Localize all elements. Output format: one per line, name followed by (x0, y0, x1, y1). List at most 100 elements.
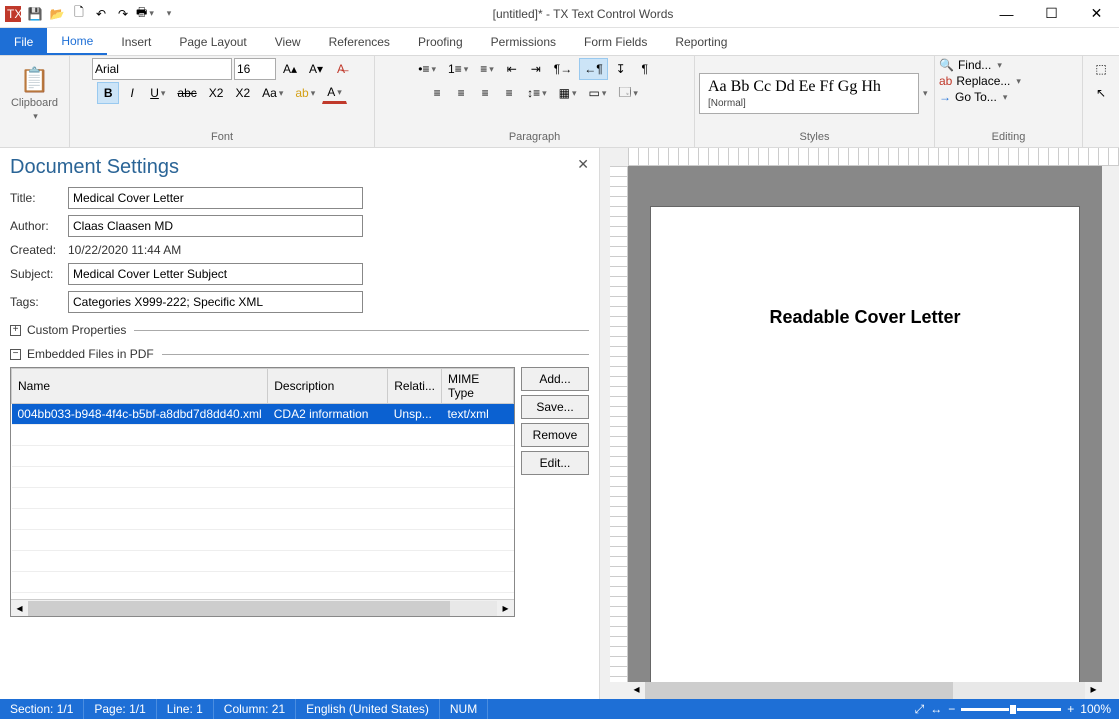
table-row[interactable]: 004bb033-b948-4f4c-b5bf-a8dbd7d8dd40.xml… (12, 404, 514, 425)
input-tags[interactable] (68, 291, 363, 313)
status-language[interactable]: English (United States) (296, 699, 440, 719)
zoom-width-icon[interactable]: ↔ (930, 702, 942, 716)
increase-indent-button[interactable]: ⇥ (525, 58, 547, 80)
shading-button[interactable]: ▦▾ (554, 82, 582, 104)
table-row[interactable] (12, 425, 514, 446)
grid-horizontal-scrollbar[interactable]: ◂ ▸ (11, 599, 514, 616)
align-left-button[interactable]: ≡ (426, 82, 448, 104)
remove-button[interactable]: Remove (521, 423, 589, 447)
new-icon[interactable]: 🗋 (70, 5, 88, 23)
select-icon[interactable]: ⬚ (1090, 58, 1112, 80)
print-icon[interactable]: 🖶▾ (136, 5, 154, 23)
tab-permissions[interactable]: Permissions (477, 28, 570, 55)
align-right-button[interactable]: ≡ (474, 82, 496, 104)
horizontal-ruler[interactable] (628, 148, 1119, 166)
panel-close-button[interactable]: ✕ (577, 156, 589, 173)
replace-button[interactable]: abReplace...▾ (939, 74, 1021, 88)
edit-button[interactable]: Edit... (521, 451, 589, 475)
close-button[interactable]: ✕ (1074, 0, 1119, 28)
line-spacing-button[interactable]: ↕≡▾ (522, 82, 552, 104)
shrink-font-icon[interactable]: A▾ (304, 58, 328, 80)
col-mime[interactable]: MIME Type (441, 369, 513, 404)
change-case-button[interactable]: Aa▾ (257, 82, 288, 104)
italic-button[interactable]: I (121, 82, 143, 104)
tab-form-fields[interactable]: Form Fields (570, 28, 661, 55)
table-row[interactable] (12, 572, 514, 593)
grow-font-icon[interactable]: A▴ (278, 58, 302, 80)
col-description[interactable]: Description (268, 369, 388, 404)
redo-icon[interactable]: ↷ (114, 5, 132, 23)
save-icon[interactable]: 💾 (26, 5, 44, 23)
decrease-indent-button[interactable]: ⇤ (501, 58, 523, 80)
save-button[interactable]: Save... (521, 395, 589, 419)
sort-button[interactable]: ↧ (610, 58, 632, 80)
find-button[interactable]: 🔍Find...▾ (939, 58, 1002, 72)
add-button[interactable]: Add... (521, 367, 589, 391)
justify-button[interactable]: ≡ (498, 82, 520, 104)
superscript-button[interactable]: X2 (230, 82, 255, 104)
scroll-right-icon[interactable]: ▸ (1085, 682, 1102, 699)
highlight-button[interactable]: ab▾ (290, 82, 320, 104)
vertical-scrollbar[interactable] (1102, 166, 1119, 682)
strike-button[interactable]: abc (172, 82, 201, 104)
open-icon[interactable]: 📂 (48, 5, 66, 23)
status-column[interactable]: Column: 21 (214, 699, 296, 719)
maximize-button[interactable]: ☐ (1029, 0, 1074, 28)
tab-home[interactable]: Home (47, 28, 107, 55)
document-page[interactable]: Readable Cover Letter (650, 206, 1080, 682)
col-name[interactable]: Name (12, 369, 268, 404)
subscript-button[interactable]: X2 (204, 82, 229, 104)
table-row[interactable] (12, 509, 514, 530)
tab-insert[interactable]: Insert (107, 28, 165, 55)
font-size-combo[interactable] (234, 58, 276, 80)
structured-list-button[interactable]: ≡▾ (475, 58, 499, 80)
rtl-button[interactable]: ←¶ (579, 58, 607, 80)
input-subject[interactable] (68, 263, 363, 285)
table-row[interactable] (12, 467, 514, 488)
minimize-button[interactable]: — (984, 0, 1029, 28)
pilcrow-button[interactable]: ¶ (634, 58, 656, 80)
zoom-out-button[interactable]: − (948, 702, 955, 716)
undo-icon[interactable]: ↶ (92, 5, 110, 23)
cursor-icon[interactable]: ↖ (1090, 82, 1112, 104)
qat-more-icon[interactable]: ▾ (160, 5, 178, 23)
bullet-list-button[interactable]: •≡▾ (413, 58, 441, 80)
zoom-level[interactable]: 100% (1080, 702, 1111, 716)
section-custom-properties[interactable]: + Custom Properties (10, 323, 589, 337)
clipboard-more-icon[interactable]: ▾ (33, 111, 38, 122)
scroll-right-icon[interactable]: ▸ (497, 601, 514, 615)
zoom-in-button[interactable]: + (1067, 702, 1074, 716)
embedded-files-grid[interactable]: Name Description Relati... MIME Type 004… (10, 367, 515, 617)
col-relationship[interactable]: Relati... (388, 369, 442, 404)
bold-button[interactable]: B (97, 82, 119, 104)
font-color-button[interactable]: A▾ (322, 82, 347, 104)
scroll-left-icon[interactable]: ◂ (628, 682, 645, 699)
font-name-combo[interactable] (92, 58, 232, 80)
status-section[interactable]: Section: 1/1 (0, 699, 84, 719)
status-num[interactable]: NUM (440, 699, 488, 719)
borders-button[interactable]: ▭▾ (584, 82, 612, 104)
input-author[interactable] (68, 215, 363, 237)
zoom-slider[interactable] (961, 708, 1061, 711)
table-row[interactable] (12, 551, 514, 572)
goto-button[interactable]: →Go To...▾ (939, 90, 1007, 104)
vertical-ruler[interactable] (610, 166, 628, 682)
tab-page-layout[interactable]: Page Layout (165, 28, 260, 55)
styles-more-icon[interactable]: ▾ (923, 88, 928, 99)
table-row[interactable] (12, 446, 514, 467)
status-line[interactable]: Line: 1 (157, 699, 214, 719)
zoom-fit-icon[interactable]: ⤢ (915, 702, 925, 717)
tab-file[interactable]: File (0, 28, 47, 55)
tab-references[interactable]: References (315, 28, 404, 55)
tab-reporting[interactable]: Reporting (661, 28, 741, 55)
input-title[interactable] (68, 187, 363, 209)
underline-button[interactable]: U▾ (145, 82, 170, 104)
table-row[interactable] (12, 530, 514, 551)
tab-proofing[interactable]: Proofing (404, 28, 477, 55)
ltr-button[interactable]: ¶→ (549, 58, 577, 80)
style-preview[interactable]: Aa Bb Cc Dd Ee Ff Gg Hh [Normal] (699, 73, 919, 114)
paste-icon[interactable]: 📋 (20, 66, 50, 95)
number-list-button[interactable]: 1≡▾ (443, 58, 473, 80)
status-page[interactable]: Page: 1/1 (84, 699, 156, 719)
scroll-left-icon[interactable]: ◂ (11, 601, 28, 615)
